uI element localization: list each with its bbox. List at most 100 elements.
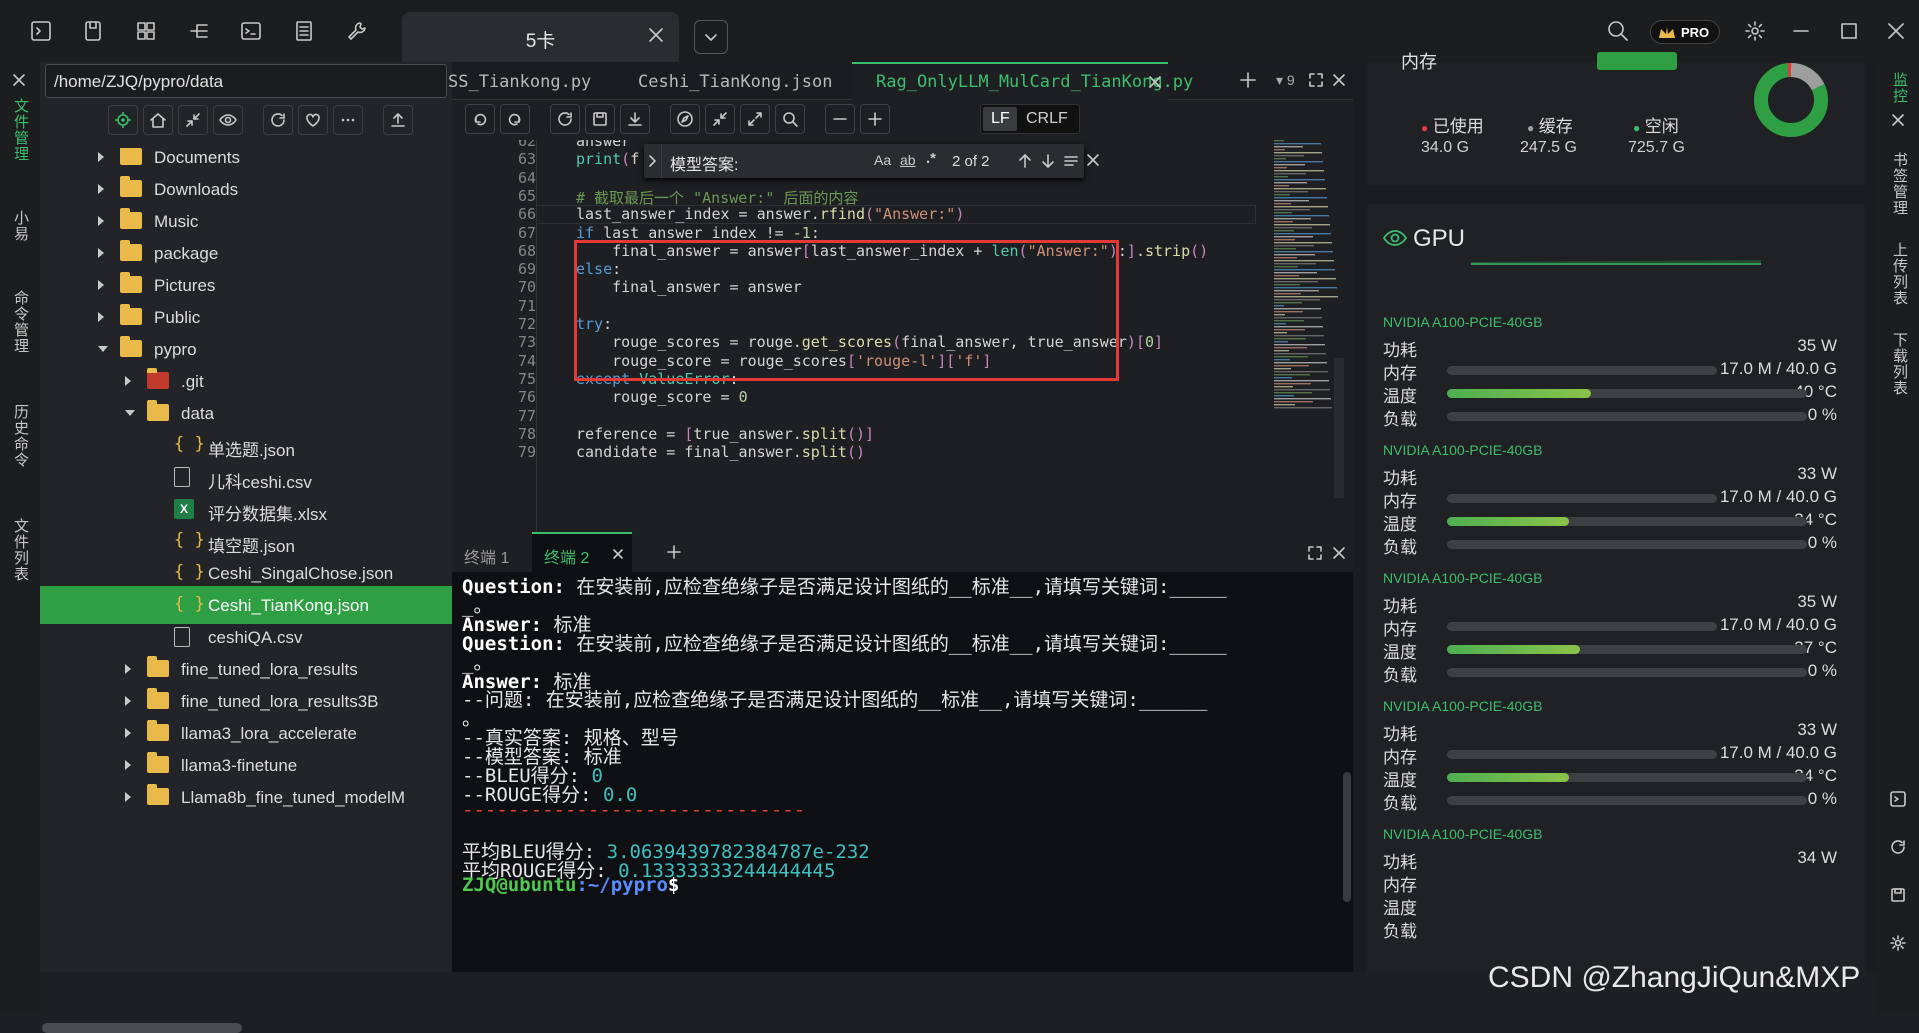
regex-option[interactable]: .* [926, 150, 936, 167]
reload-icon[interactable] [550, 104, 580, 134]
find-in-selection-icon[interactable] [1062, 152, 1080, 170]
home-icon[interactable] [143, 105, 173, 135]
gear-icon[interactable] [1889, 934, 1907, 952]
download-icon[interactable] [620, 104, 650, 134]
code-line[interactable]: print(f [576, 150, 639, 168]
editor-tab-active[interactable]: Rag_OnlyLLM_MulCard_TianKong.py [852, 62, 1193, 100]
zoom-out-icon[interactable] [825, 104, 855, 134]
maximize-icon[interactable] [1834, 16, 1864, 46]
terminal-output[interactable]: Question: 在安装前,应检查绝缘子是否满足设计图纸的__标准__,请填写… [462, 576, 1342, 968]
add-tab-icon[interactable] [1239, 71, 1257, 89]
expand-arrow-icon[interactable] [98, 184, 104, 194]
terminal-tab-active[interactable]: 终端 2 [532, 532, 632, 572]
code-line[interactable]: reference = [true_answer.split()] [576, 425, 874, 443]
expand-arrow-icon[interactable] [98, 216, 104, 226]
editor-scrollbar[interactable] [1334, 358, 1344, 498]
layout-icon[interactable] [131, 16, 161, 46]
line-ending-toggle[interactable]: LF CRLF [980, 104, 1080, 134]
expand-arrow-icon[interactable] [125, 728, 131, 738]
sidebar-item-download-list[interactable]: 下载列表 [1889, 332, 1910, 396]
terminal-panel[interactable]: 终端 1 终端 2 Question: 在安装前,应检查绝缘子是否满足设计图纸的… [452, 532, 1353, 972]
close-icon[interactable] [647, 26, 665, 44]
sidebar-item-upload-list[interactable]: 上传列表 [1889, 242, 1910, 306]
window-close-icon[interactable] [1881, 16, 1911, 46]
sidebar-item-file-list[interactable]: 文件列表 [10, 518, 31, 582]
expand-arrow-icon[interactable] [125, 760, 131, 770]
tree-icon[interactable] [184, 16, 214, 46]
notebook-icon[interactable] [289, 16, 319, 46]
compass-icon[interactable] [670, 104, 700, 134]
sidebar-item-xiaoyi[interactable]: 小易 [10, 210, 31, 242]
upload-icon[interactable] [383, 105, 413, 135]
terminal-scrollbar[interactable] [1343, 772, 1351, 902]
fullscreen-icon[interactable] [1309, 73, 1323, 87]
find-toggle-icon[interactable] [644, 144, 662, 178]
pro-badge[interactable]: PRO [1650, 20, 1720, 44]
session-tab[interactable]: 5卡 [402, 12, 679, 62]
horizontal-scrollbar[interactable] [42, 1023, 242, 1033]
collapse-icon[interactable] [178, 105, 208, 135]
sidebar-item-bookmarks[interactable]: 书签管理 [1889, 152, 1910, 216]
editor-tab[interactable]: SS_Tiankong.py [448, 72, 591, 92]
add-terminal-icon[interactable] [666, 544, 682, 560]
expand-icon[interactable] [740, 104, 770, 134]
minimize-icon[interactable] [1786, 16, 1816, 46]
sidebar-item-command-manager[interactable]: 命令管理 [10, 290, 31, 354]
zoom-in-icon[interactable] [860, 104, 890, 134]
sidebar-item-file-manager[interactable]: 文件管理 [10, 98, 31, 162]
code-line[interactable]: rouge_score = 0 [576, 388, 747, 406]
previous-match-icon[interactable] [1016, 152, 1034, 170]
terminal-icon[interactable] [1889, 790, 1907, 808]
search-icon[interactable] [775, 104, 805, 134]
code-line[interactable]: candidate = final_answer.split() [576, 443, 865, 461]
next-match-icon[interactable] [1039, 152, 1057, 170]
tab-dropdown-button[interactable] [694, 20, 728, 54]
eye-icon[interactable] [213, 105, 243, 135]
match-case-option[interactable]: Aa [874, 152, 891, 168]
code-line[interactable]: if last_answer_index != -1: [576, 224, 820, 242]
path-input[interactable]: /home/ZJQ/pypro/data [45, 64, 447, 98]
terminal-prompt[interactable]: ZJQ@ubuntu:~/pypro$ [462, 874, 679, 896]
fullscreen-icon[interactable] [1308, 546, 1322, 560]
expand-arrow-icon[interactable] [98, 248, 104, 258]
editor-tab[interactable]: Ceshi_TianKong.json [638, 72, 832, 92]
more-icon[interactable] [333, 105, 363, 135]
heart-icon[interactable] [298, 105, 328, 135]
close-icon[interactable] [1332, 73, 1346, 87]
code-area[interactable]: 62 answer 63 print(f 64 65 # 截取最后一个 "Answer:" … [452, 140, 1353, 532]
find-input[interactable]: 模型答案: [670, 151, 738, 175]
terminal-tab[interactable]: 终端 1 [464, 544, 509, 568]
expand-arrow-icon[interactable] [98, 152, 104, 162]
file-icon[interactable] [78, 16, 108, 46]
terminal-icon[interactable] [26, 16, 56, 46]
collapse-icon[interactable] [705, 104, 735, 134]
undo-icon[interactable] [465, 104, 495, 134]
sidebar-item-monitor[interactable]: 监控 [1889, 72, 1910, 104]
find-widget[interactable]: 模型答案: Aa ab .* 2 of 2 [644, 144, 1099, 178]
redo-icon[interactable] [500, 104, 530, 134]
expand-arrow-icon[interactable] [125, 410, 135, 416]
expand-arrow-icon[interactable] [125, 696, 131, 706]
file-tree-item[interactable]: Llama8b_fine_tuned_modelM [40, 778, 452, 816]
refresh-icon[interactable] [1889, 838, 1907, 856]
close-icon[interactable] [612, 548, 624, 560]
panel-close-icon[interactable] [1890, 112, 1906, 128]
sidebar-item-history[interactable]: 历史命令 [10, 404, 31, 468]
expand-arrow-icon[interactable] [98, 312, 104, 322]
refresh-icon[interactable] [263, 105, 293, 135]
close-icon[interactable] [1332, 546, 1346, 560]
console-icon[interactable] [236, 16, 266, 46]
lf-option[interactable]: LF [991, 110, 1010, 128]
expand-arrow-icon[interactable] [125, 664, 131, 674]
expand-arrow-icon[interactable] [125, 376, 131, 386]
locate-icon[interactable] [108, 105, 138, 135]
wrench-icon[interactable] [342, 16, 372, 46]
close-find-icon[interactable] [1086, 153, 1100, 167]
crlf-option[interactable]: CRLF [1026, 110, 1068, 128]
expand-arrow-icon[interactable] [98, 280, 104, 290]
save-icon[interactable] [585, 104, 615, 134]
panel-close-icon[interactable] [11, 72, 27, 88]
expand-arrow-icon[interactable] [125, 792, 131, 802]
tab-count[interactable]: ▾ 9 [1276, 72, 1295, 89]
gear-icon[interactable] [1740, 16, 1770, 46]
